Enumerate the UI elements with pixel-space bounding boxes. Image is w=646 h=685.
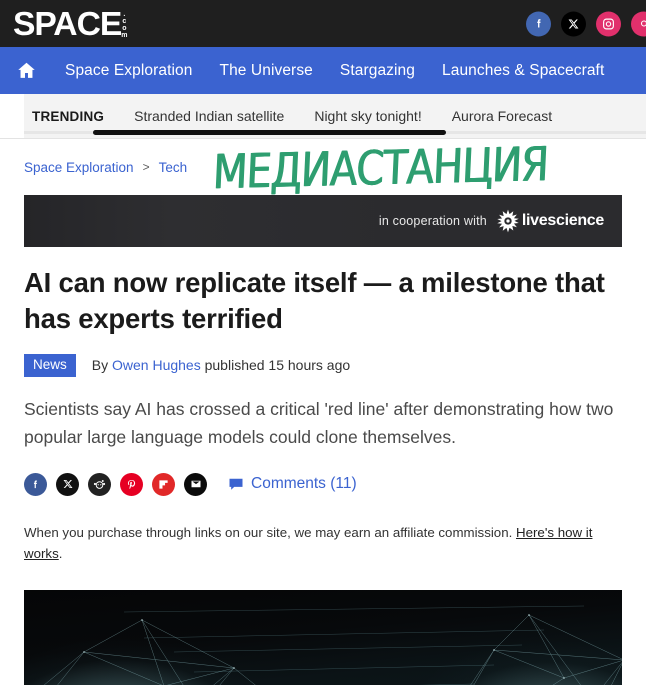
affiliate-text: When you purchase through links on our s… — [24, 524, 516, 540]
comment-bubble-icon — [228, 478, 244, 491]
share-reddit-icon[interactable] — [88, 472, 111, 496]
share-email-icon[interactable] — [184, 472, 207, 496]
breadcrumb-separator: > — [142, 160, 150, 174]
facebook-icon[interactable] — [526, 11, 551, 36]
site-masthead: SPACE . c o m — [0, 0, 646, 47]
comments-link[interactable]: Comments (11) — [228, 475, 357, 493]
category-badge[interactable]: News — [24, 354, 76, 377]
social-links — [526, 11, 646, 36]
livescience-wordmark: livescience — [521, 212, 604, 229]
share-pinterest-icon[interactable] — [120, 472, 143, 496]
page-title: AI can now replicate itself — a mileston… — [24, 267, 605, 334]
livescience-logo[interactable]: livescience — [495, 208, 604, 234]
logo-c: c — [122, 17, 127, 25]
share-x-icon[interactable] — [56, 472, 79, 496]
byline-prefix: By — [91, 357, 112, 374]
comments-label: Comments (11) — [251, 475, 357, 492]
cooperation-text: in cooperation with — [378, 214, 487, 228]
trending-label: TRENDING — [32, 108, 105, 124]
instagram-icon[interactable] — [596, 11, 621, 36]
nav-item-the-universe[interactable]: The Universe — [220, 62, 313, 80]
nav-item-space-exploration[interactable]: Space Exploration — [65, 62, 193, 80]
breadcrumb-item-tech[interactable]: Tech — [159, 160, 188, 175]
primary-navigation: Space Exploration The Universe Stargazin… — [0, 47, 646, 94]
logo-com-suffix: . c o m — [121, 11, 127, 39]
site-logo[interactable]: SPACE . c o m — [12, 5, 128, 42]
byline-row: News By Owen Hughes published 15 hours a… — [24, 354, 622, 377]
logo-m: m — [121, 31, 128, 39]
trending-scrollbar-thumb[interactable] — [93, 130, 446, 135]
breadcrumb: Space Exploration > Tech — [0, 139, 646, 195]
author-link[interactable]: Owen Hughes — [112, 357, 201, 373]
byline-published: published 15 hours ago — [200, 357, 351, 374]
youtube-icon[interactable] — [631, 11, 646, 36]
home-icon[interactable] — [14, 59, 38, 83]
logo-dot: . — [123, 10, 126, 18]
nav-item-stargazing[interactable]: Stargazing — [340, 62, 415, 80]
cooperation-banner: in cooperation with livescience — [24, 195, 622, 247]
starburst-icon — [497, 209, 519, 233]
share-flipboard-icon[interactable] — [152, 472, 175, 496]
affiliate-disclaimer: When you purchase through links on our s… — [24, 522, 622, 564]
share-facebook-icon[interactable] — [24, 472, 47, 496]
trending-item-aurora-forecast[interactable]: Aurora Forecast — [452, 108, 552, 124]
article-body: in cooperation with livescience AI can n… — [0, 195, 646, 685]
network-mesh-graphic — [43, 605, 622, 685]
article-hero-image — [24, 589, 622, 685]
article-standfirst: Scientists say AI has crossed a critical… — [24, 398, 614, 447]
x-twitter-icon[interactable] — [561, 11, 586, 36]
logo-o: o — [122, 24, 127, 32]
byline: By Owen Hughes published 15 hours ago — [92, 357, 350, 373]
nav-item-launches-spacecraft[interactable]: Launches & Spacecraft — [442, 62, 604, 80]
page-root: SPACE . c o m Space Exploration The Univ… — [0, 0, 646, 685]
logo-wordmark: SPACE — [12, 5, 122, 42]
trending-item-night-sky-tonight[interactable]: Night sky tonight! — [314, 108, 421, 124]
trending-bar: TRENDING Stranded Indian satellite Night… — [0, 94, 646, 139]
breadcrumb-item-space-exploration[interactable]: Space Exploration — [24, 160, 134, 175]
affiliate-period: . — [58, 545, 63, 561]
trending-item-stranded-indian-satellite[interactable]: Stranded Indian satellite — [134, 108, 284, 124]
share-row: Comments (11) — [24, 472, 622, 496]
